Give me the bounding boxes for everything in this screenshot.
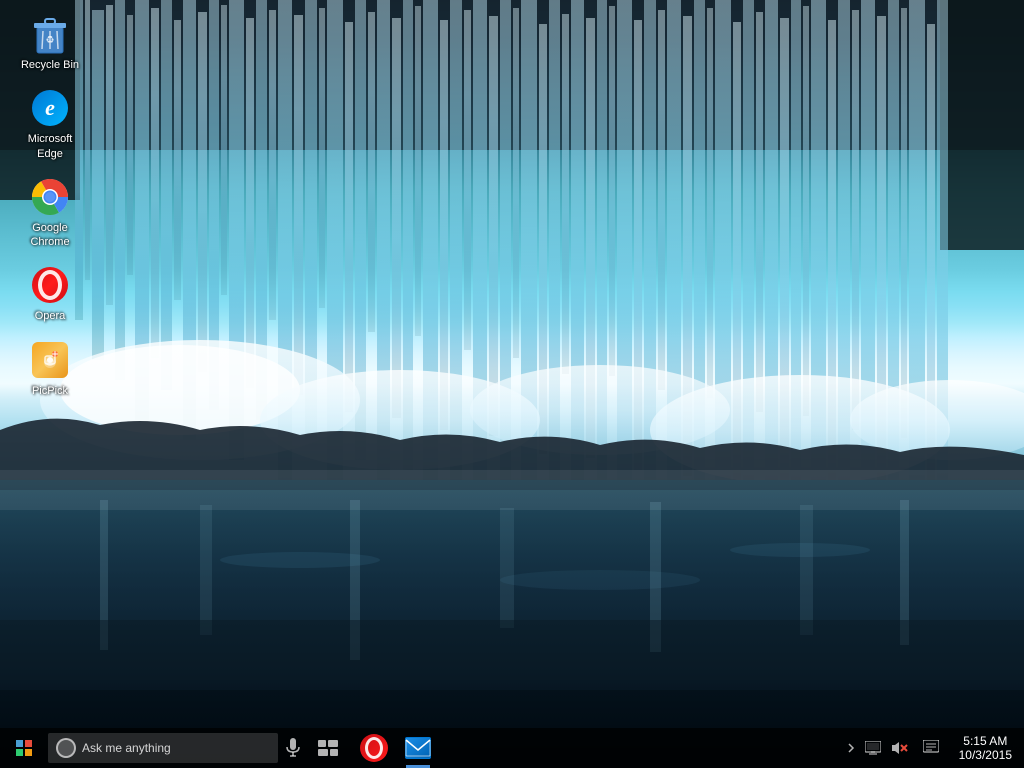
clock-time: 5:15 AM	[963, 734, 1007, 748]
taskbar-mail[interactable]	[396, 728, 440, 768]
ice-overlay	[0, 0, 1024, 768]
picpick-label: PicPick	[32, 384, 68, 398]
recycle-bin-image: ♻	[30, 14, 70, 54]
desktop-icons: ♻ Recycle Bin e Microsoft Edge	[10, 10, 90, 402]
start-button[interactable]	[0, 728, 48, 768]
picpick-image	[30, 340, 70, 380]
opera-image	[30, 265, 70, 305]
google-chrome-label: Google Chrome	[14, 221, 86, 250]
desktop: ♻ Recycle Bin e Microsoft Edge	[0, 0, 1024, 768]
opera-label: Opera	[35, 309, 66, 323]
tray-icons	[861, 728, 911, 768]
task-view-button[interactable]	[308, 728, 348, 768]
taskbar-apps	[352, 728, 440, 768]
action-center-button[interactable]	[915, 728, 947, 768]
taskbar-opera[interactable]	[352, 728, 396, 768]
microphone-button[interactable]	[278, 728, 308, 768]
opera-taskbar-icon	[360, 734, 388, 762]
recycle-bin-icon[interactable]: ♻ Recycle Bin	[10, 10, 90, 76]
taskbar: Ask me anything	[0, 728, 1024, 768]
search-placeholder-text: Ask me anything	[82, 741, 270, 755]
taskbar-search[interactable]: Ask me anything	[48, 733, 278, 763]
microsoft-edge-icon[interactable]: e Microsoft Edge	[10, 84, 90, 165]
google-chrome-image	[30, 177, 70, 217]
cortana-icon	[56, 738, 76, 758]
google-chrome-icon[interactable]: Google Chrome	[10, 173, 90, 254]
system-tray: 5:15 AM 10/3/2015	[845, 728, 1024, 768]
microsoft-edge-image: e	[30, 88, 70, 128]
clock-date: 10/3/2015	[959, 748, 1012, 762]
network-tray-icon[interactable]	[861, 728, 885, 768]
clock-display[interactable]: 5:15 AM 10/3/2015	[951, 728, 1020, 768]
show-hidden-icons-button[interactable]	[845, 742, 857, 754]
svg-text:♻: ♻	[46, 35, 55, 46]
recycle-bin-label: Recycle Bin	[21, 58, 79, 72]
windows-logo-icon	[16, 740, 32, 756]
opera-icon-desktop[interactable]: Opera	[10, 261, 90, 327]
volume-tray-icon[interactable]	[887, 728, 911, 768]
picpick-icon-desktop[interactable]: PicPick	[10, 336, 90, 402]
microsoft-edge-label: Microsoft Edge	[14, 132, 86, 161]
